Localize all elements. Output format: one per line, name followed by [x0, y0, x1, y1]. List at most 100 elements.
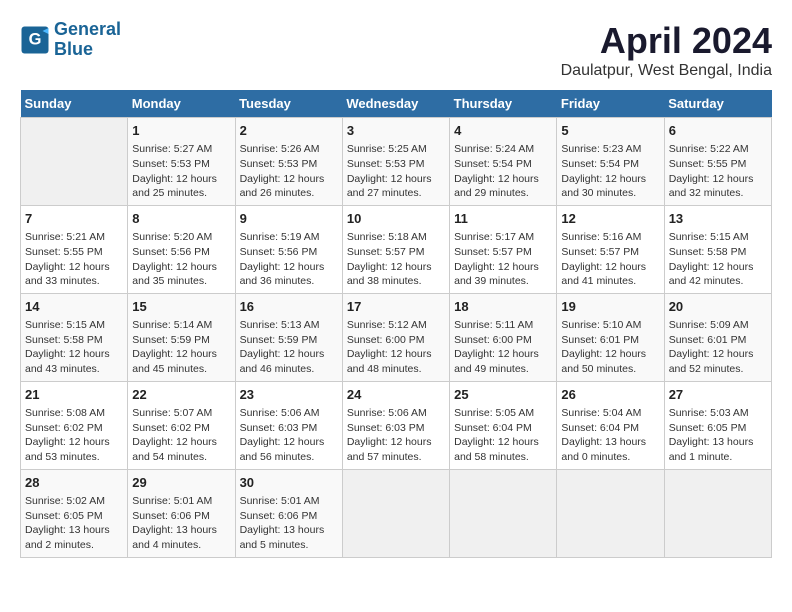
- day-number: 12: [561, 210, 659, 228]
- day-number: 7: [25, 210, 123, 228]
- day-number: 3: [347, 122, 445, 140]
- col-header-tuesday: Tuesday: [235, 90, 342, 118]
- calendar-cell: 11Sunrise: 5:17 AM Sunset: 5:57 PM Dayli…: [450, 205, 557, 293]
- calendar-cell: 7 Sunrise: 5:21 AM Sunset: 5:55 PM Daylig…: [21, 205, 128, 293]
- calendar-row-1: 7 Sunrise: 5:21 AM Sunset: 5:55 PM Daylig…: [21, 205, 772, 293]
- day-number: 18: [454, 298, 552, 316]
- calendar-cell: 18 Sunrise: 5:11 AM Sunset: 6:00 PM Dayli…: [450, 293, 557, 381]
- calendar-cell: 21 Sunrise: 5:08 AM Sunset: 6:02 PM Dayli…: [21, 381, 128, 469]
- day-number: 21: [25, 386, 123, 404]
- day-number: 27: [669, 386, 767, 404]
- calendar-row-3: 21 Sunrise: 5:08 AM Sunset: 6:02 PM Dayli…: [21, 381, 772, 469]
- calendar-cell: 3Sunrise: 5:25 AM Sunset: 5:53 PM Daylig…: [342, 118, 449, 206]
- day-number: 26: [561, 386, 659, 404]
- calendar-cell: 17 Sunrise: 5:12 AM Sunset: 6:00 PM Dayli…: [342, 293, 449, 381]
- day-number: 6: [669, 122, 767, 140]
- calendar-row-2: 14 Sunrise: 5:15 AM Sunset: 5:58 PM Dayli…: [21, 293, 772, 381]
- day-info: Sunrise: 5:12 AM Sunset: 6:00 PM Dayligh…: [347, 318, 445, 377]
- day-info: Sunrise: 5:21 AM Sunset: 5:55 PM Dayligh…: [25, 230, 123, 289]
- day-info: Sunrise: 5:16 AM Sunset: 5:57 PM Dayligh…: [561, 230, 659, 289]
- col-header-friday: Friday: [557, 90, 664, 118]
- day-number: 29: [132, 474, 230, 492]
- calendar-cell: 16 Sunrise: 5:13 AM Sunset: 5:59 PM Dayli…: [235, 293, 342, 381]
- col-header-monday: Monday: [128, 90, 235, 118]
- day-number: 20: [669, 298, 767, 316]
- day-info: Sunrise: 5:03 AM Sunset: 6:05 PM Dayligh…: [669, 406, 767, 465]
- calendar-cell: [21, 118, 128, 206]
- calendar-cell: 29 Sunrise: 5:01 AM Sunset: 6:06 PM Dayli…: [128, 469, 235, 557]
- day-number: 1: [132, 122, 230, 140]
- subtitle: Daulatpur, West Bengal, India: [561, 62, 772, 80]
- day-number: 14: [25, 298, 123, 316]
- day-number: 4: [454, 122, 552, 140]
- calendar-cell: [450, 469, 557, 557]
- day-number: 25: [454, 386, 552, 404]
- calendar-cell: 6 Sunrise: 5:22 AM Sunset: 5:55 PM Daylig…: [664, 118, 771, 206]
- day-info: Sunrise: 5:14 AM Sunset: 5:59 PM Dayligh…: [132, 318, 230, 377]
- day-number: 22: [132, 386, 230, 404]
- day-number: 16: [240, 298, 338, 316]
- day-info: Sunrise: 5:26 AM Sunset: 5:53 PM Dayligh…: [240, 142, 338, 201]
- title-block: April 2024 Daulatpur, West Bengal, India: [561, 20, 772, 80]
- day-info: Sunrise: 5:15 AM Sunset: 5:58 PM Dayligh…: [25, 318, 123, 377]
- day-number: 24: [347, 386, 445, 404]
- day-info: Sunrise: 5:02 AM Sunset: 6:05 PM Dayligh…: [25, 494, 123, 553]
- calendar-cell: 14 Sunrise: 5:15 AM Sunset: 5:58 PM Dayli…: [21, 293, 128, 381]
- logo: G General Blue: [20, 20, 121, 60]
- svg-text:G: G: [29, 30, 42, 48]
- day-info: Sunrise: 5:08 AM Sunset: 6:02 PM Dayligh…: [25, 406, 123, 465]
- calendar-cell: 20 Sunrise: 5:09 AM Sunset: 6:01 PM Dayli…: [664, 293, 771, 381]
- day-number: 15: [132, 298, 230, 316]
- day-number: 10: [347, 210, 445, 228]
- calendar-cell: 22 Sunrise: 5:07 AM Sunset: 6:02 PM Dayli…: [128, 381, 235, 469]
- calendar-cell: 2Sunrise: 5:26 AM Sunset: 5:53 PM Daylig…: [235, 118, 342, 206]
- calendar-cell: 25Sunrise: 5:05 AM Sunset: 6:04 PM Dayli…: [450, 381, 557, 469]
- calendar-table: SundayMondayTuesdayWednesdayThursdayFrid…: [20, 90, 772, 558]
- day-number: 17: [347, 298, 445, 316]
- day-info: Sunrise: 5:04 AM Sunset: 6:04 PM Dayligh…: [561, 406, 659, 465]
- day-number: 13: [669, 210, 767, 228]
- day-info: Sunrise: 5:10 AM Sunset: 6:01 PM Dayligh…: [561, 318, 659, 377]
- day-info: Sunrise: 5:01 AM Sunset: 6:06 PM Dayligh…: [132, 494, 230, 553]
- day-info: Sunrise: 5:09 AM Sunset: 6:01 PM Dayligh…: [669, 318, 767, 377]
- day-number: 23: [240, 386, 338, 404]
- calendar-cell: 28 Sunrise: 5:02 AM Sunset: 6:05 PM Dayli…: [21, 469, 128, 557]
- day-number: 8: [132, 210, 230, 228]
- day-number: 19: [561, 298, 659, 316]
- calendar-cell: 15 Sunrise: 5:14 AM Sunset: 5:59 PM Dayli…: [128, 293, 235, 381]
- calendar-cell: 5Sunrise: 5:23 AM Sunset: 5:54 PM Daylig…: [557, 118, 664, 206]
- col-header-wednesday: Wednesday: [342, 90, 449, 118]
- day-number: 28: [25, 474, 123, 492]
- calendar-cell: 1Sunrise: 5:27 AM Sunset: 5:53 PM Daylig…: [128, 118, 235, 206]
- calendar-cell: [664, 469, 771, 557]
- calendar-cell: 12 Sunrise: 5:16 AM Sunset: 5:57 PM Dayli…: [557, 205, 664, 293]
- day-info: Sunrise: 5:13 AM Sunset: 5:59 PM Dayligh…: [240, 318, 338, 377]
- calendar-cell: 9Sunrise: 5:19 AM Sunset: 5:56 PM Daylig…: [235, 205, 342, 293]
- day-info: Sunrise: 5:11 AM Sunset: 6:00 PM Dayligh…: [454, 318, 552, 377]
- calendar-cell: 23Sunrise: 5:06 AM Sunset: 6:03 PM Dayli…: [235, 381, 342, 469]
- calendar-header-row: SundayMondayTuesdayWednesdayThursdayFrid…: [21, 90, 772, 118]
- day-number: 11: [454, 210, 552, 228]
- calendar-row-0: 1Sunrise: 5:27 AM Sunset: 5:53 PM Daylig…: [21, 118, 772, 206]
- day-info: Sunrise: 5:01 AM Sunset: 6:06 PM Dayligh…: [240, 494, 338, 553]
- calendar-cell: 8 Sunrise: 5:20 AM Sunset: 5:56 PM Daylig…: [128, 205, 235, 293]
- col-header-thursday: Thursday: [450, 90, 557, 118]
- calendar-cell: [557, 469, 664, 557]
- calendar-cell: 13 Sunrise: 5:15 AM Sunset: 5:58 PM Dayli…: [664, 205, 771, 293]
- day-number: 30: [240, 474, 338, 492]
- main-title: April 2024: [561, 20, 772, 62]
- day-info: Sunrise: 5:20 AM Sunset: 5:56 PM Dayligh…: [132, 230, 230, 289]
- day-info: Sunrise: 5:22 AM Sunset: 5:55 PM Dayligh…: [669, 142, 767, 201]
- day-info: Sunrise: 5:07 AM Sunset: 6:02 PM Dayligh…: [132, 406, 230, 465]
- calendar-cell: [342, 469, 449, 557]
- calendar-cell: 10 Sunrise: 5:18 AM Sunset: 5:57 PM Dayli…: [342, 205, 449, 293]
- calendar-cell: 24 Sunrise: 5:06 AM Sunset: 6:03 PM Dayli…: [342, 381, 449, 469]
- day-number: 5: [561, 122, 659, 140]
- day-info: Sunrise: 5:06 AM Sunset: 6:03 PM Dayligh…: [347, 406, 445, 465]
- day-info: Sunrise: 5:18 AM Sunset: 5:57 PM Dayligh…: [347, 230, 445, 289]
- logo-icon: G: [20, 25, 50, 55]
- calendar-row-4: 28 Sunrise: 5:02 AM Sunset: 6:05 PM Dayli…: [21, 469, 772, 557]
- day-info: Sunrise: 5:19 AM Sunset: 5:56 PM Dayligh…: [240, 230, 338, 289]
- day-info: Sunrise: 5:15 AM Sunset: 5:58 PM Dayligh…: [669, 230, 767, 289]
- col-header-saturday: Saturday: [664, 90, 771, 118]
